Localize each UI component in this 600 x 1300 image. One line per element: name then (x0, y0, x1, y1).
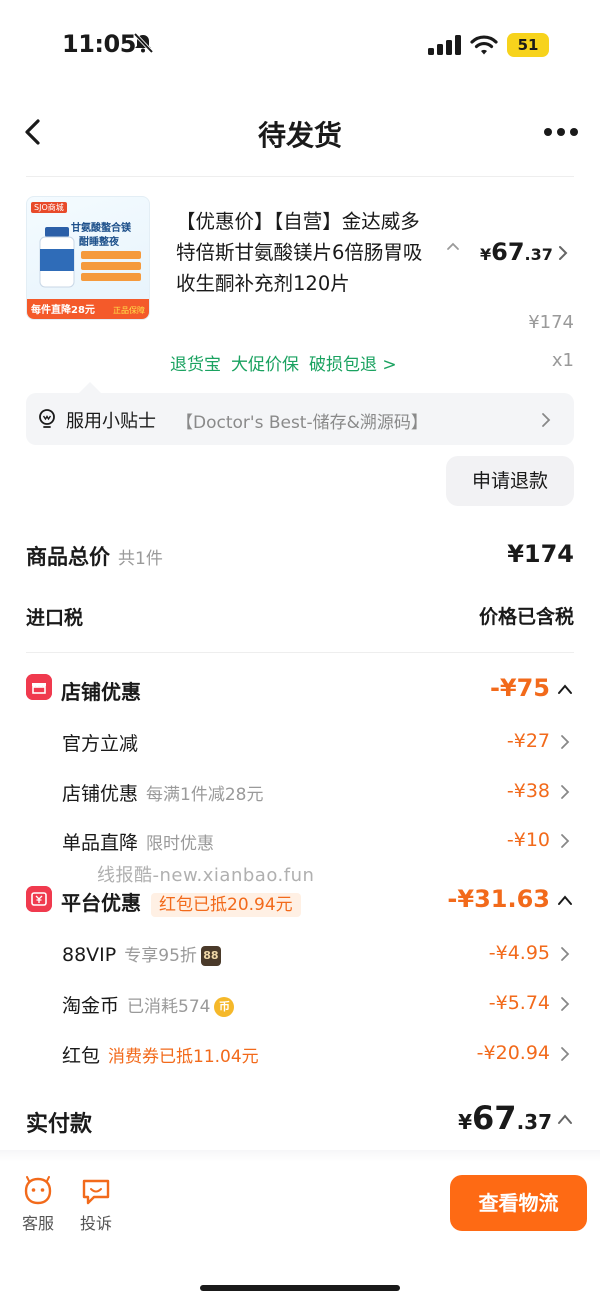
request-refund-button[interactable]: 申请退款 (446, 456, 574, 506)
platform-discount-item: 淘金币 已消耗574 币 (62, 991, 235, 1018)
chevron-right-icon[interactable] (560, 1046, 570, 1062)
taojinbi-value[interactable]: -¥5.74 (489, 992, 550, 1014)
product-image-badge: 正品保障 (113, 306, 145, 315)
original-price: ¥174 (528, 312, 574, 333)
view-logistics-button[interactable]: 查看物流 (450, 1175, 587, 1231)
platform-discount-value[interactable]: -¥31.63 (447, 885, 550, 913)
product-image-features (81, 251, 141, 289)
platform-discount-label: 平台优惠 红包已抵20.94元 (61, 887, 301, 917)
tips-info: 【Doctor's Best-储存&溯源码】 (176, 413, 428, 433)
page-title: 待发货 (257, 119, 342, 152)
chevron-right-icon[interactable] (560, 833, 570, 849)
service-guarantees[interactable]: 退货宝 大促价保 破损包退 > (170, 350, 407, 375)
paid-symbol: ¥ (458, 1110, 473, 1134)
vip-sub: 专享95折 (124, 946, 197, 966)
cellular-signal-icon (428, 35, 461, 55)
platform-discount-text: 平台优惠 (61, 891, 141, 915)
more-dot (557, 128, 565, 136)
chevron-up-icon[interactable] (556, 682, 574, 696)
chevron-up-icon[interactable] (444, 238, 462, 256)
vip-value[interactable]: -¥4.95 (489, 942, 550, 964)
chevron-right-icon[interactable] (560, 784, 570, 800)
store-discount-item: 店铺优惠 每满1件减28元 (62, 779, 263, 806)
price-decimal: .37 (524, 245, 553, 264)
chevron-right-icon[interactable] (560, 946, 570, 962)
store-discount-item: 单品直降 限时优惠 (62, 828, 214, 855)
platform-coupon-icon (26, 886, 52, 912)
vip-label: 88VIP (62, 944, 117, 966)
tips-label: 服用小贴士 (66, 411, 156, 432)
chevron-right-icon[interactable] (556, 244, 570, 262)
product-image-promo: 每件直降28元 (31, 305, 95, 316)
divider (26, 652, 574, 653)
red-packet-label: 红包 (62, 1045, 101, 1067)
vip-88-badge: 88 (200, 946, 221, 966)
store-promo-label: 店铺优惠 (62, 783, 139, 805)
wifi-icon (470, 35, 498, 55)
import-tax-label: 进口税 (26, 607, 84, 629)
platform-discount-item: 红包 消费券已抵11.04元 (62, 1041, 259, 1068)
more-dot (570, 128, 578, 136)
goods-count: 共1件 (118, 549, 163, 569)
store-promo-sub: 每满1件减28元 (146, 785, 264, 805)
service-returns[interactable]: 退货宝 (170, 355, 221, 375)
paid-integer: 67 (472, 1099, 517, 1137)
paid-amount-value[interactable]: ¥67.37 (458, 1099, 552, 1137)
direct-cut-label: 单品直降 (62, 832, 139, 854)
lightbulb-icon (39, 409, 55, 428)
price-symbol: ¥ (480, 245, 492, 264)
status-time: 11:05 (62, 30, 136, 58)
product-image-name-2: 酣睡整夜 (79, 237, 119, 248)
direct-cut-value[interactable]: -¥10 (507, 829, 550, 851)
more-dot (544, 128, 552, 136)
product-title[interactable]: 【优惠价】【自营】金达威多特倍斯甘氨酸镁片6倍肠胃吸收生酮补充剂120片 (176, 206, 438, 299)
taojinbi-sub: 已消耗574 (127, 997, 211, 1017)
complaint-icon[interactable] (80, 1176, 112, 1206)
goods-total-text: 商品总价 (26, 545, 110, 569)
store-discount-label: 店铺优惠 (61, 680, 141, 704)
platform-discount-item: 88VIP 专享95折 88 (62, 941, 221, 966)
store-discount-value[interactable]: -¥75 (490, 674, 550, 702)
goods-total-label: 商品总价 共1件 (26, 541, 163, 571)
battery-indicator: 51 (507, 33, 549, 57)
red-packet-sub: 消费券已抵11.04元 (108, 1047, 259, 1067)
chevron-right-icon[interactable] (560, 734, 570, 750)
chevron-right-icon[interactable] (540, 412, 552, 428)
customer-service-label[interactable]: 客服 (16, 1210, 60, 1234)
taojinbi-label: 淘金币 (62, 995, 120, 1017)
direct-cut-sub: 限时优惠 (146, 834, 215, 854)
product-image[interactable]: SJO商城 甘氨酸螯合镁 酣睡整夜 每件直降28元 正品保障 (26, 196, 150, 320)
complaint-label[interactable]: 投诉 (74, 1210, 118, 1234)
more-options-icon[interactable] (540, 120, 582, 144)
brand-logo: SJO商城 (31, 202, 67, 213)
paid-decimal: .37 (516, 1110, 552, 1134)
chevron-right-icon[interactable] (560, 996, 570, 1012)
supplement-bottle-icon (39, 227, 75, 288)
chevron-up-icon[interactable] (556, 1112, 574, 1126)
official-discount-label: 官方立减 (62, 733, 139, 755)
price-integer: 67 (491, 238, 525, 266)
bell-off-icon (133, 32, 154, 54)
goods-total-value: ¥174 (507, 540, 574, 568)
service-price-protection[interactable]: 大促价保 (231, 355, 299, 375)
official-discount-value[interactable]: -¥27 (507, 730, 550, 752)
quantity: x1 (551, 350, 574, 371)
divider (26, 176, 574, 177)
home-indicator[interactable] (200, 1285, 400, 1291)
red-packet-tag: 红包已抵20.94元 (151, 893, 301, 917)
footer-divider (0, 1150, 600, 1162)
paid-amount-label: 实付款 (26, 1112, 93, 1137)
watermark: 线报酷-new.xianbao.fun (97, 865, 315, 886)
product-image-name-1: 甘氨酸螯合镁 (71, 223, 131, 234)
store-icon (26, 674, 52, 700)
store-discount-item: 官方立减 (62, 729, 138, 756)
customer-service-icon[interactable] (22, 1176, 54, 1206)
chevron-up-icon[interactable] (556, 893, 574, 907)
product-price[interactable]: ¥67.37 (480, 238, 553, 266)
import-tax-value: 价格已含税 (478, 606, 574, 628)
service-damage-return[interactable]: 破损包退 > (309, 355, 397, 375)
red-packet-value[interactable]: -¥20.94 (477, 1042, 550, 1064)
store-promo-value[interactable]: -¥38 (507, 780, 550, 802)
coin-icon: 币 (214, 997, 235, 1017)
